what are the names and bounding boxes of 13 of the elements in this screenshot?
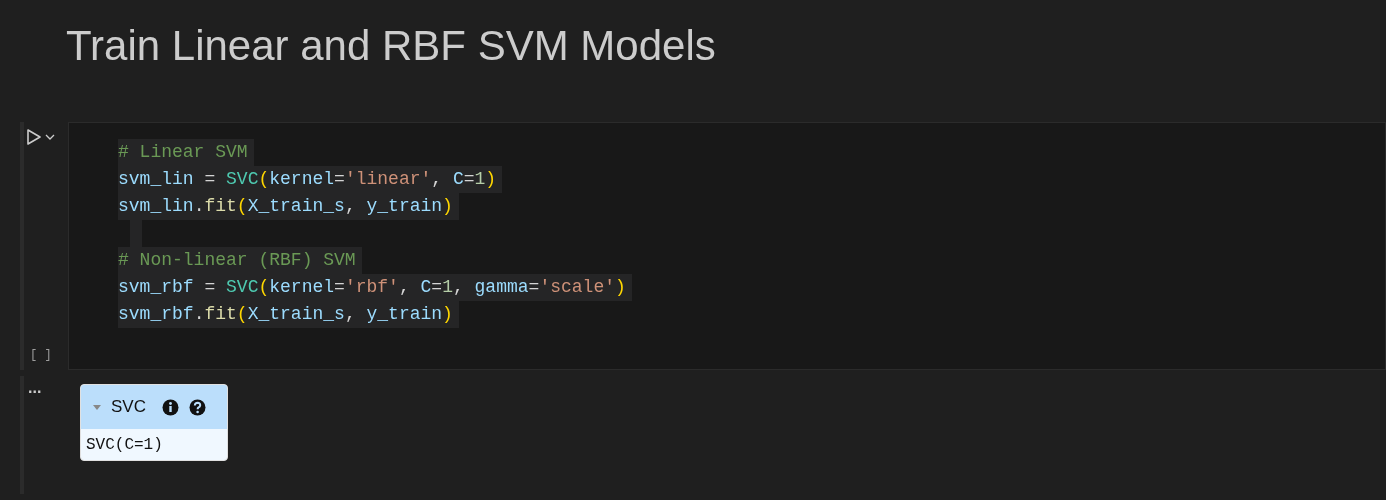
estimator-header[interactable]: SVC <box>81 385 227 429</box>
estimator-name: SVC <box>111 396 146 419</box>
execution-count: [ ] <box>29 347 53 364</box>
help-icon[interactable] <box>188 398 206 416</box>
code-editor[interactable]: # Linear SVM svm_lin = SVC(kernel='linear', C=1) svm_lin.fit(X_train_s, y_train) # Non-linear (RBF) SVM svm_rbf = SVC(kernel='rbf', C=1, gamma='scale') svm_rbf.fit(X_train_s, y_train) <box>68 122 1386 370</box>
estimator-repr: SVC(C=1) <box>85 435 164 456</box>
output-menu[interactable]: ... <box>28 379 42 396</box>
info-icon[interactable] <box>161 398 179 416</box>
code-comment: # Linear SVM <box>118 139 254 166</box>
markdown-heading: Train Linear and RBF SVM Models <box>66 21 716 71</box>
run-icon[interactable] <box>25 128 43 146</box>
chevron-down-icon[interactable] <box>45 132 55 142</box>
code-comment: # Non-linear (RBF) SVM <box>118 247 362 274</box>
